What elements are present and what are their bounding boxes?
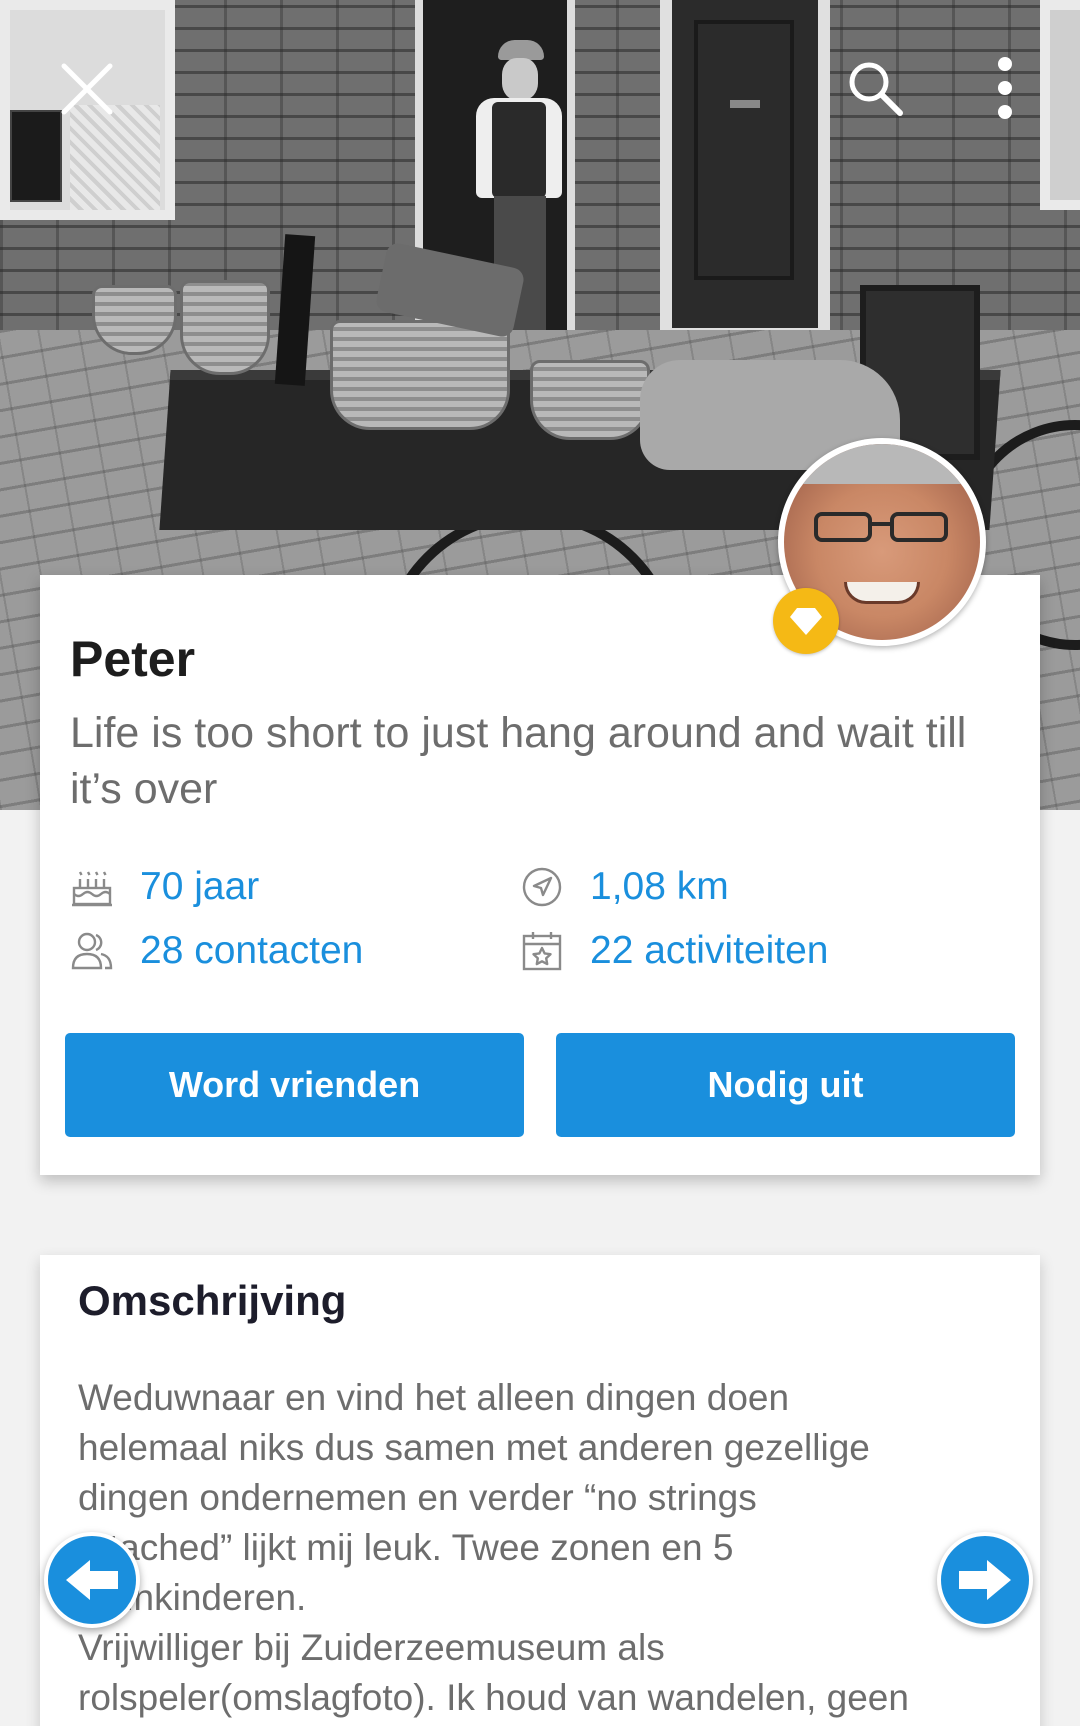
activities-stat[interactable]: 22 activiteiten	[520, 929, 828, 973]
activities-value: 22 activiteiten	[590, 929, 829, 972]
contacts-icon	[70, 929, 114, 973]
close-icon	[61, 63, 113, 115]
birthday-cake-icon	[70, 865, 114, 909]
contacts-value: 28 contacten	[140, 929, 364, 972]
profile-card: Peter Life is too short to just hang aro…	[40, 575, 1040, 1175]
distance-value: 1,08 km	[590, 865, 729, 908]
search-button[interactable]	[845, 58, 905, 118]
arrow-right-icon	[959, 1560, 1011, 1600]
more-options-button[interactable]	[990, 56, 1020, 120]
calendar-star-icon	[520, 929, 564, 973]
arrow-left-icon	[66, 1560, 118, 1600]
front-door	[660, 0, 830, 340]
basket	[330, 320, 510, 430]
profile-tagline: Life is too short to just hang around an…	[70, 709, 967, 813]
search-icon	[849, 62, 903, 116]
befriend-button[interactable]: Word vrienden	[65, 1033, 524, 1137]
close-button[interactable]	[60, 62, 114, 116]
description-title: Omschrijving	[78, 1277, 347, 1324]
shop-sign	[10, 110, 62, 202]
description-card: Omschrijving Weduwnaar en vind het allee…	[40, 1255, 1040, 1726]
next-profile-button[interactable]	[937, 1532, 1033, 1628]
invite-button[interactable]: Nodig uit	[556, 1033, 1015, 1137]
contacts-stat[interactable]: 28 contacten	[70, 929, 363, 973]
premium-badge	[773, 588, 839, 654]
age-value: 70 jaar	[140, 865, 260, 908]
diamond-icon	[790, 608, 822, 635]
bucket	[530, 360, 650, 440]
profile-name: Peter	[70, 631, 196, 687]
previous-profile-button[interactable]	[44, 1532, 140, 1628]
age-stat: 70 jaar	[70, 865, 259, 909]
description-text: Weduwnaar en vind het alleen dingen doen…	[78, 1377, 909, 1718]
location-arrow-icon	[520, 865, 564, 909]
profile-screen: Peter Life is too short to just hang aro…	[0, 0, 1080, 1726]
distance-stat: 1,08 km	[520, 865, 729, 909]
more-vertical-icon	[998, 57, 1012, 119]
lace-curtain	[70, 105, 160, 210]
right-window	[1040, 0, 1080, 210]
basket	[180, 280, 270, 375]
